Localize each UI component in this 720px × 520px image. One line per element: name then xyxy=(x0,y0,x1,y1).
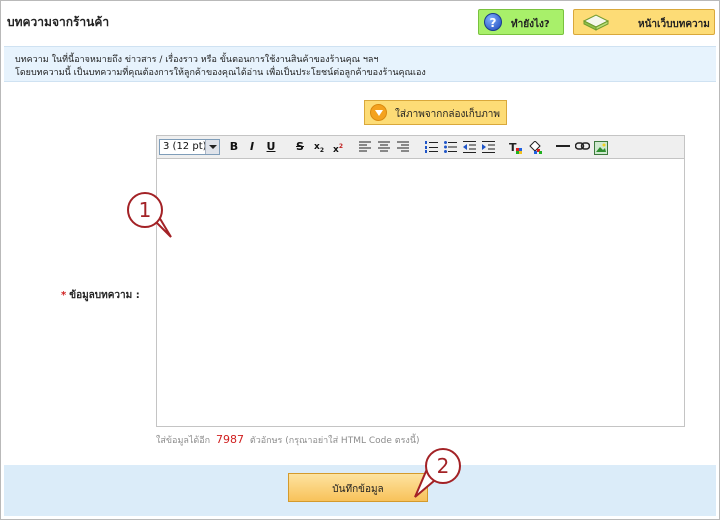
article-form-window: บทความจากร้านค้า ? ทำยังไง? หน้าเว็บบทคว… xyxy=(0,0,720,520)
save-button-label: บันทึกข้อมูล xyxy=(332,484,384,495)
book-icon xyxy=(582,14,610,31)
save-button[interactable]: บันทึกข้อมูล xyxy=(288,473,428,502)
editor-toolbar: 3 (12 pt) B I U S x2 x2 T xyxy=(156,135,685,159)
bold-icon[interactable]: B xyxy=(226,139,242,155)
article-content-label: * ข้อมูลบทความ : xyxy=(61,288,140,303)
callout-1-badge: 1 xyxy=(127,192,163,228)
article-content-editor[interactable] xyxy=(156,159,685,427)
font-size-select[interactable]: 3 (12 pt) xyxy=(159,139,220,155)
info-bar: บทความ ในที่นี้อาจหมายถึง ข่าวสาร / เรื่… xyxy=(4,46,716,82)
help-button-label: ทำยังไง? xyxy=(511,19,550,30)
underline-icon[interactable]: U xyxy=(263,139,279,155)
subscript-icon[interactable]: x2 xyxy=(311,139,327,155)
articles-page-label: หน้าเว็บบทความ xyxy=(638,19,710,30)
align-right-icon[interactable] xyxy=(395,139,411,155)
text-color-icon[interactable]: T xyxy=(508,139,524,155)
info-line-1: บทความ ในที่นี้อาจหมายถึง ข่าวสาร / เรื่… xyxy=(15,55,379,65)
header: บทความจากร้านค้า ? ทำยังไง? หน้าเว็บบทคว… xyxy=(1,1,719,41)
character-count-hint: ใส่ข้อมูลได้อีก 7987 ตัวอักษร (กรุณาอย่า… xyxy=(156,433,419,447)
align-center-icon[interactable] xyxy=(376,139,392,155)
insert-from-gallery-label: ใส่ภาพจากกล่องเก็บภาพ xyxy=(395,109,501,120)
page-title: บทความจากร้านค้า xyxy=(7,15,110,29)
unordered-list-icon[interactable] xyxy=(442,139,458,155)
insert-from-gallery-button[interactable]: ใส่ภาพจากกล่องเก็บภาพ xyxy=(364,100,507,125)
horizontal-rule-icon[interactable] xyxy=(555,139,571,155)
question-icon: ? xyxy=(484,13,502,31)
superscript-icon[interactable]: x2 xyxy=(330,139,346,155)
article-content-label-text: ข้อมูลบทความ : xyxy=(69,290,140,301)
link-icon[interactable] xyxy=(574,139,590,155)
callout-2-badge: 2 xyxy=(425,448,461,484)
required-asterisk: * xyxy=(61,290,67,301)
font-size-value: 3 (12 pt) xyxy=(163,141,207,152)
down-arrow-icon xyxy=(370,104,387,121)
articles-page-button[interactable]: หน้าเว็บบทความ xyxy=(573,9,715,35)
insert-image-icon[interactable] xyxy=(593,139,609,155)
italic-icon[interactable]: I xyxy=(244,139,260,155)
outdent-icon[interactable] xyxy=(461,139,477,155)
remaining-character-count: 7987 xyxy=(216,433,244,446)
align-left-icon[interactable] xyxy=(357,139,373,155)
help-button[interactable]: ? ทำยังไง? xyxy=(478,9,564,35)
chevron-down-icon[interactable] xyxy=(205,140,219,154)
indent-icon[interactable] xyxy=(480,139,496,155)
hint-suffix: ตัวอักษร (กรุณาอย่าใส่ HTML Code ตรงนี้) xyxy=(249,436,420,446)
background-color-icon[interactable] xyxy=(527,139,543,155)
ordered-list-icon[interactable] xyxy=(423,139,439,155)
info-line-2: โดยบทความนี้ เป็นบทความที่คุณต้องการให้ล… xyxy=(15,68,426,78)
svg-text:T: T xyxy=(509,141,517,154)
hint-prefix: ใส่ข้อมูลได้อีก xyxy=(156,436,211,446)
strikethrough-icon[interactable]: S xyxy=(292,139,308,155)
